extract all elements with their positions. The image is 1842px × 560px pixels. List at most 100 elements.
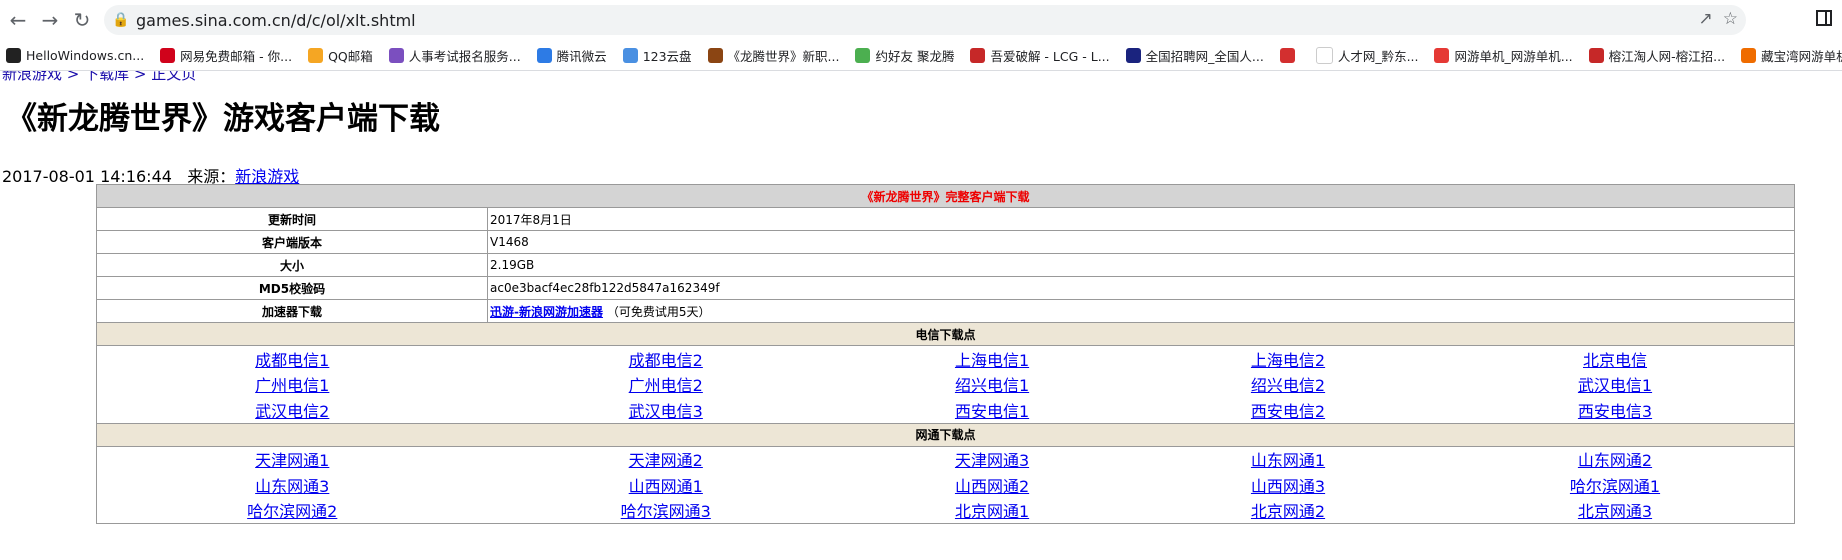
netcom-mirror-link[interactable]: 天津网通2 (629, 451, 703, 470)
netcom-mirror-link[interactable]: 山东网通3 (255, 477, 329, 496)
netcom-mirror-link[interactable]: 北京网通1 (955, 502, 1029, 521)
bookmark-item[interactable]: 腾讯微云 (536, 46, 607, 65)
bookmark-label: 腾讯微云 (556, 48, 607, 64)
telecom-mirror-title: 电信下载点 (96, 322, 1795, 346)
row-value: ac0e3bacf4ec28fb122d5847a162349f (487, 276, 1795, 300)
table-header: 《新龙腾世界》完整客户端下载 (96, 184, 1795, 208)
bookmark-favicon-icon (707, 47, 723, 63)
telecom-mirror-row: 武汉电信2 武汉电信3 西安电信1 西安电信2 西安电信3 (97, 397, 1795, 423)
telecom-mirror-link[interactable]: 武汉电信1 (1578, 376, 1652, 395)
bookmark-label: 吾爱破解 - LCG - L... (990, 48, 1110, 64)
url-text[interactable]: games.sina.com.cn/d/c/ol/xlt.shtml (136, 11, 416, 30)
telecom-mirror-link[interactable]: 绍兴电信2 (1251, 376, 1325, 395)
telecom-mirror-link[interactable]: 武汉电信2 (255, 402, 329, 421)
netcom-mirror-link[interactable]: 山西网通3 (1251, 477, 1325, 496)
bookmark-item[interactable]: 约好友 聚龙腾 (855, 46, 954, 65)
bookmark-favicon-icon (1741, 47, 1757, 63)
page-title: 《新龙腾世界》游戏客户端下载 (6, 101, 440, 137)
netcom-mirror-link[interactable]: 哈尔滨网通2 (247, 502, 337, 521)
row-value: 2017年8月1日 (487, 207, 1795, 231)
bookmark-label: QQ邮箱 (328, 48, 373, 64)
netcom-mirror-link[interactable]: 山西网通2 (955, 477, 1029, 496)
telecom-mirror-link[interactable]: 上海电信2 (1251, 351, 1325, 370)
browser-toolbar: ← → ↻ 🔒 games.sina.com.cn/d/c/ol/xlt.sht… (0, 0, 1842, 40)
page-content: 新浪游戏 > 下载库 > 正文页 《新龙腾世界》游戏客户端下载 2017-08-… (0, 71, 1842, 560)
side-panel-icon[interactable] (1816, 10, 1832, 26)
bookmark-item[interactable]: 人事考试报名服务... (388, 46, 521, 65)
row-value: 2.19GB (487, 253, 1795, 277)
bookmark-favicon-icon (1279, 47, 1295, 63)
bookmark-label: 榕江淘人网-榕江招... (1608, 48, 1726, 64)
netcom-mirror-row: 哈尔滨网通2 哈尔滨网通3 北京网通1 北京网通2 北京网通3 (96, 497, 1795, 524)
netcom-mirror-link[interactable]: 山西网通1 (629, 477, 703, 496)
telecom-mirror-link[interactable]: 绍兴电信1 (955, 376, 1029, 395)
accelerator-note: （可免费试用5天） (606, 304, 711, 319)
bookmark-item[interactable]: 123云盘 (622, 46, 692, 65)
bookmark-item[interactable]: 网游单机_网游单机... (1434, 46, 1573, 65)
bookmark-label: 藏宝湾网游单机游 (1761, 48, 1842, 64)
netcom-mirror-link[interactable]: 天津网通1 (255, 451, 329, 470)
bookmark-favicon-icon (536, 47, 552, 63)
accelerator-link[interactable]: 迅游-新浪网游加速器 (490, 305, 603, 319)
table-row: 客户端版本 V1468 (96, 230, 1795, 254)
bookmark-label: 约好友 聚龙腾 (875, 48, 955, 64)
bookmark-favicon-icon (1434, 47, 1450, 63)
bookmark-favicon-icon (6, 47, 21, 63)
bookmark-item[interactable]: 吾爱破解 - LCG - L... (970, 46, 1110, 65)
telecom-mirror-link[interactable]: 西安电信1 (955, 402, 1029, 421)
bookmark-item[interactable]: 全国招聘网_全国人... (1125, 46, 1264, 65)
table-row: MD5校验码 ac0e3bacf4ec28fb122d5847a162349f (96, 276, 1795, 300)
bookmark-item[interactable]: 藏宝湾网游单机游 (1741, 46, 1842, 65)
telecom-mirror-link[interactable]: 武汉电信3 (629, 402, 703, 421)
telecom-mirror-link[interactable]: 北京电信 (1583, 351, 1647, 370)
lock-icon[interactable]: 🔒 (112, 12, 130, 28)
netcom-mirror-link[interactable]: 山东网通2 (1578, 451, 1652, 470)
bookmark-item[interactable]: QQ邮箱 (308, 46, 373, 65)
bookmark-favicon-icon (1125, 47, 1141, 63)
bookmark-label: 网游单机_网游单机... (1454, 48, 1573, 64)
table-row: 大小 2.19GB (96, 253, 1795, 277)
telecom-mirror-row: 广州电信1 广州电信2 绍兴电信1 绍兴电信2 武汉电信1 (97, 372, 1795, 398)
netcom-mirror-link[interactable]: 山东网通1 (1251, 451, 1325, 470)
netcom-mirror-link[interactable]: 哈尔滨网通3 (621, 502, 711, 521)
netcom-mirror-link[interactable]: 哈尔滨网通1 (1570, 477, 1660, 496)
netcom-mirror-link[interactable]: 北京网通2 (1251, 502, 1325, 521)
telecom-mirror-link[interactable]: 西安电信3 (1578, 402, 1652, 421)
bookmark-label: 网易免费邮箱 - 你... (180, 48, 293, 64)
back-arrow-icon[interactable]: ← (4, 6, 32, 34)
share-icon[interactable]: ↗ (1699, 9, 1713, 29)
bookmarks-bar: HelloWindows.cn... 网易免费邮箱 - 你... QQ邮箱 人事考试报… (0, 40, 1842, 71)
bookmark-item[interactable]: 榕江淘人网-榕江招... (1588, 46, 1726, 65)
address-bar[interactable]: 🔒 games.sina.com.cn/d/c/ol/xlt.shtml ↗ ☆ (104, 5, 1746, 35)
bookmark-item[interactable]: 《龙腾世界》新职... (707, 46, 839, 65)
reload-icon[interactable]: ↻ (68, 6, 96, 34)
telecom-mirror-row: 成都电信1 成都电信2 上海电信1 上海电信2 北京电信 (97, 346, 1795, 372)
telecom-mirror-link[interactable]: 广州电信2 (629, 376, 703, 395)
telecom-mirror-link[interactable]: 上海电信1 (955, 351, 1029, 370)
telecom-mirror-link[interactable]: 广州电信1 (255, 376, 329, 395)
netcom-mirror-row: 山东网通3 山西网通1 山西网通2 山西网通3 哈尔滨网通1 (97, 472, 1795, 498)
telecom-mirror-link[interactable]: 成都电信2 (629, 351, 703, 370)
bookmark-item[interactable]: 网易免费邮箱 - 你... (160, 46, 292, 65)
row-label: MD5校验码 (96, 276, 488, 300)
netcom-mirror-link[interactable]: 天津网通3 (955, 451, 1029, 470)
telecom-mirror-link[interactable]: 西安电信2 (1251, 402, 1325, 421)
row-label: 客户端版本 (96, 230, 488, 254)
bookmark-item[interactable] (1279, 47, 1300, 63)
table-row: 加速器下载 迅游-新浪网游加速器 （可免费试用5天） (96, 299, 1795, 323)
bookmark-favicon-icon (388, 47, 404, 63)
bookmark-favicon-icon (855, 47, 871, 63)
breadcrumb[interactable]: 新浪游戏 > 下载库 > 正文页 (2, 71, 196, 84)
bookmark-label: 全国招聘网_全国人... (1145, 48, 1264, 64)
telecom-mirror-link[interactable]: 成都电信1 (255, 351, 329, 370)
bookmark-item[interactable]: HelloWindows.cn... (6, 47, 144, 63)
bookmark-label: 人才网_黔东... (1337, 48, 1419, 64)
bookmark-item[interactable]: 人才网_黔东... (1315, 46, 1419, 65)
netcom-mirror-link[interactable]: 北京网通3 (1578, 502, 1652, 521)
forward-arrow-icon[interactable]: → (36, 6, 64, 34)
bookmark-star-icon[interactable]: ☆ (1723, 9, 1738, 29)
row-value: V1468 (487, 230, 1795, 254)
bookmark-label: 人事考试报名服务... (408, 48, 521, 64)
netcom-mirror-row: 天津网通1 天津网通2 天津网通3 山东网通1 山东网通2 (97, 446, 1795, 472)
bookmark-favicon-icon (308, 47, 324, 63)
